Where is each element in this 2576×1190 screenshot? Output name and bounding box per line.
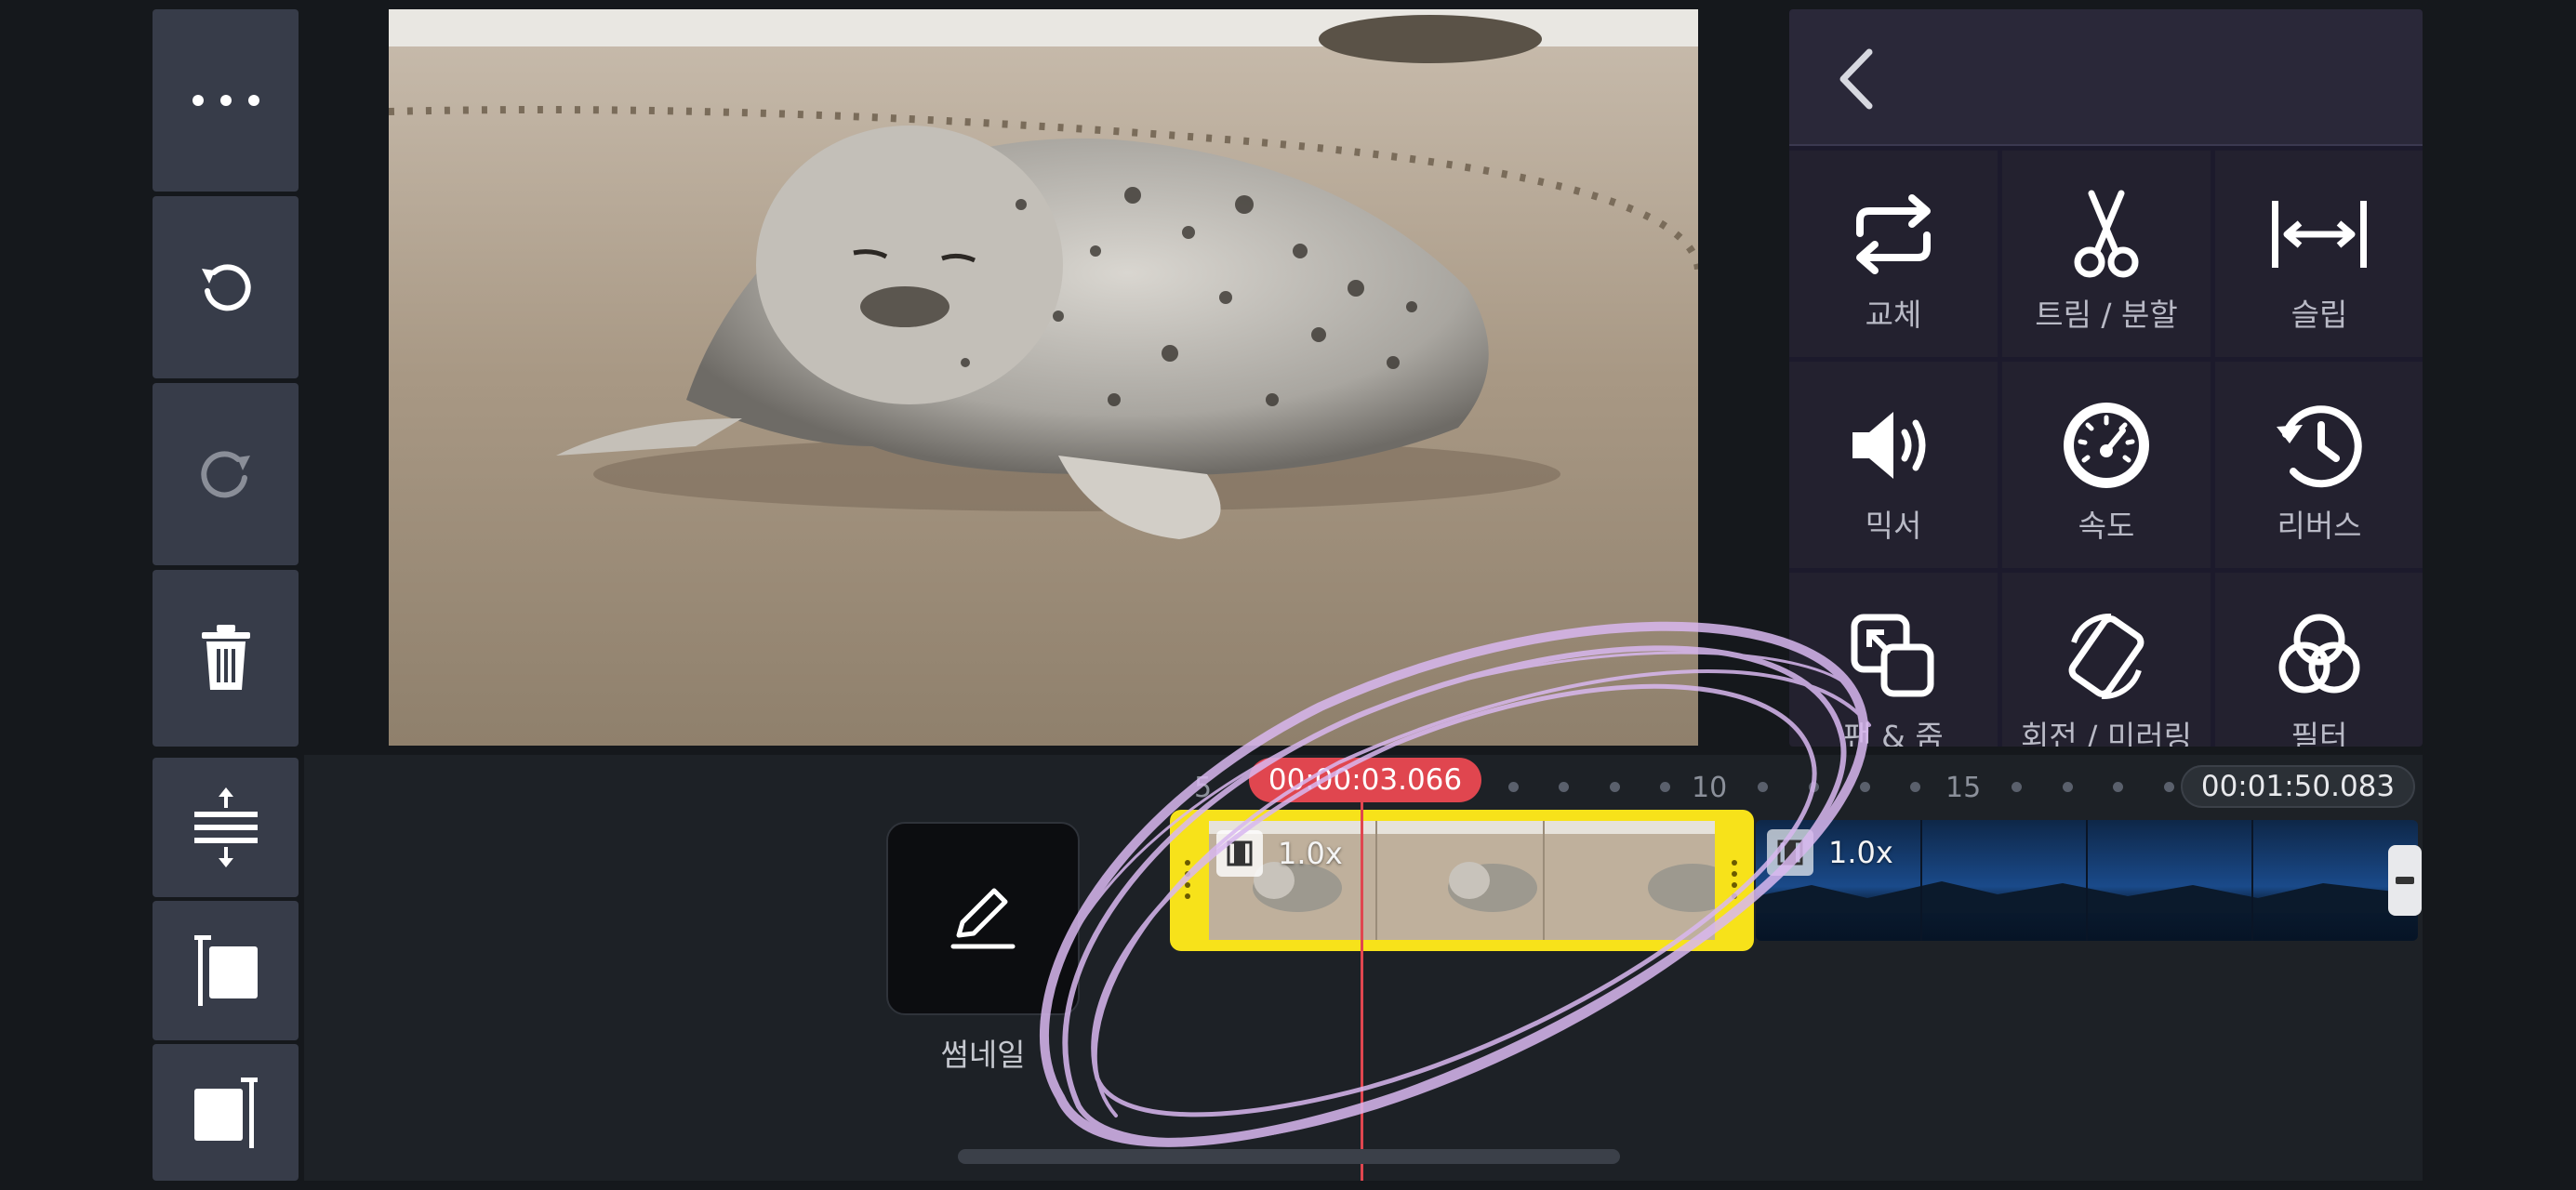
clip-edit-panel: 교체 트림 / 분할 슬립 믹서 속도 리버스 팬 & 줌 회전 / 미러링 필… <box>1789 9 2423 747</box>
ruler-label: 10 <box>1692 772 1728 804</box>
ruler-tick <box>1809 782 1819 792</box>
speaker-icon <box>1852 412 1926 479</box>
seal-preview-image <box>389 9 1698 746</box>
clip-left-handle[interactable] <box>1185 854 1190 905</box>
more-button[interactable] <box>153 9 299 192</box>
ruler-tick <box>1559 782 1569 792</box>
ruler-tick <box>2113 782 2123 792</box>
film-icon <box>1216 830 1263 877</box>
total-time-badge: 00:01:50.083 <box>2181 765 2415 808</box>
video-clip-selected[interactable]: 1.0x <box>1170 810 1754 951</box>
tool-label: 트림 / 분할 <box>2035 297 2178 333</box>
add-clip-handle[interactable] <box>2388 845 2422 916</box>
tool-pan-zoom[interactable]: 팬 & 줌 <box>1789 573 1998 747</box>
tool-label: 교체 <box>1865 297 1922 333</box>
pencil-icon <box>950 888 1016 949</box>
chevron-left-icon <box>1839 48 1873 110</box>
tool-label: 믹서 <box>1865 508 1922 544</box>
thumbnail-label: 썸네일 <box>940 1037 1026 1073</box>
video-clip[interactable]: 1.0x <box>1756 820 2418 941</box>
undo-button[interactable] <box>153 196 299 378</box>
tool-filter[interactable]: 필터 <box>2215 573 2423 747</box>
scissors-icon <box>2074 190 2139 278</box>
timeline-scrollbar[interactable] <box>958 1149 1620 1164</box>
tool-reverse[interactable]: 리버스 <box>2215 362 2423 568</box>
ruler-tick <box>1758 782 1768 792</box>
playhead[interactable] <box>1361 795 1363 1181</box>
trim-end-icon <box>193 1077 258 1148</box>
replace-icon <box>1856 194 1931 274</box>
tool-label: 회전 / 미러링 <box>2021 719 2192 747</box>
ruler-tick <box>2063 782 2073 792</box>
ruler-label: 5 <box>1194 772 1213 804</box>
tool-slip[interactable]: 슬립 <box>2215 151 2423 357</box>
expand-timeline-icon <box>193 787 258 867</box>
redo-button[interactable] <box>153 383 299 565</box>
ruler-tick <box>1610 782 1620 792</box>
back-button[interactable] <box>1834 46 1890 112</box>
video-preview[interactable] <box>389 9 1698 746</box>
trim-start-button[interactable] <box>153 901 299 1040</box>
trim-end-button[interactable] <box>153 1044 299 1181</box>
minus-icon <box>2396 877 2414 884</box>
rotate-icon <box>2068 613 2144 700</box>
trash-icon <box>201 625 250 690</box>
tool-mixer[interactable]: 믹서 <box>1789 362 1998 568</box>
ruler-tick <box>1860 782 1870 792</box>
ruler-label: 15 <box>1945 772 1982 804</box>
ruler-tick <box>1508 782 1519 792</box>
undo-icon <box>201 264 251 311</box>
film-icon <box>1767 829 1813 876</box>
thumbnail-button[interactable] <box>886 822 1080 1015</box>
ruler-tick <box>1660 782 1670 792</box>
speedometer-icon <box>2064 403 2149 488</box>
ruler-tick <box>2012 782 2022 792</box>
tool-label: 팬 & 줌 <box>1843 719 1944 747</box>
ruler-tick <box>2164 782 2174 792</box>
slip-icon <box>2272 201 2367 268</box>
expand-timeline-button[interactable] <box>153 758 299 897</box>
more-icon <box>192 95 259 106</box>
tool-label: 속도 <box>2078 508 2135 544</box>
reverse-clock-icon <box>2277 405 2362 488</box>
clip-right-handle[interactable] <box>1732 854 1737 905</box>
tool-rotate-mirror[interactable]: 회전 / 미러링 <box>2002 573 2211 747</box>
panel-header <box>1789 9 2423 146</box>
delete-button[interactable] <box>153 570 299 747</box>
tool-replace[interactable]: 교체 <box>1789 151 1998 357</box>
redo-icon <box>200 451 250 498</box>
tool-label: 슬립 <box>2291 297 2348 333</box>
tool-label: 필터 <box>2291 719 2348 747</box>
clip-speed: 1.0x <box>1278 836 1343 871</box>
ruler-tick <box>1910 782 1920 792</box>
tool-label: 리버스 <box>2277 508 2362 544</box>
current-time-badge: 00:00:03.066 <box>1249 758 1481 802</box>
filter-icon <box>2278 614 2360 694</box>
tool-speed[interactable]: 속도 <box>2002 362 2211 568</box>
trim-start-icon <box>193 935 258 1006</box>
tool-trim-split[interactable]: 트림 / 분할 <box>2002 151 2211 357</box>
pan-zoom-icon <box>1851 614 1934 697</box>
clip-speed: 1.0x <box>1828 835 1893 870</box>
